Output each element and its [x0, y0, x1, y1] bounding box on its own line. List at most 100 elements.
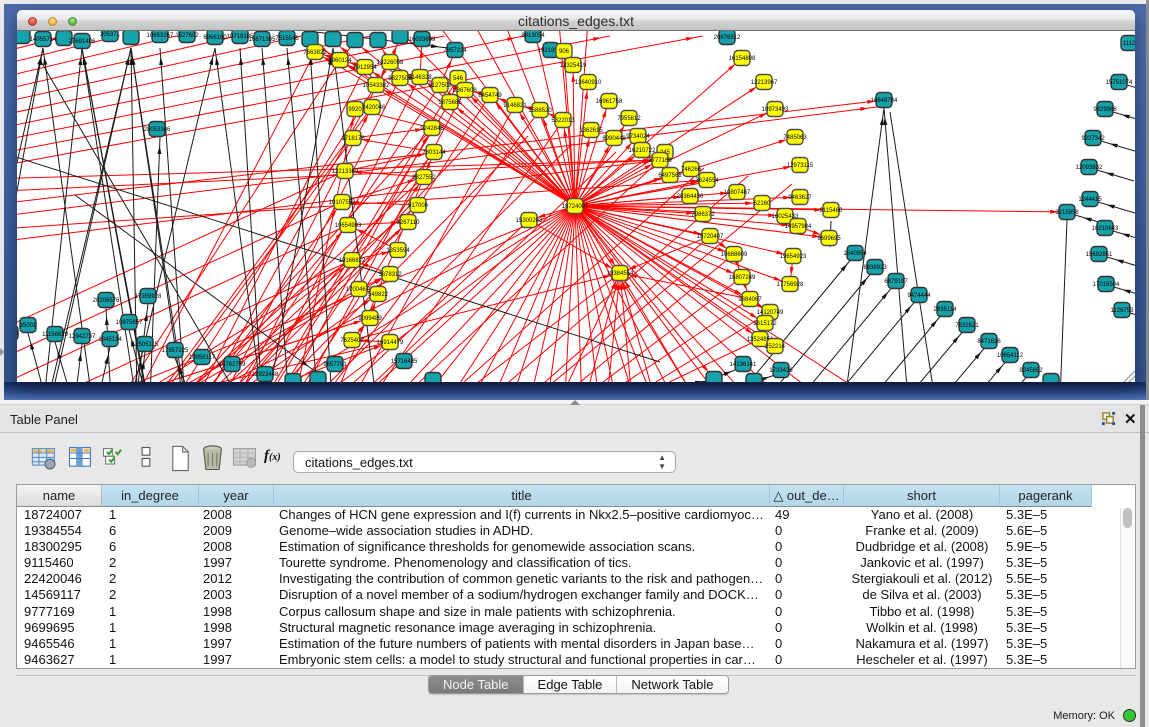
svg-text:16210722: 16210722: [629, 148, 656, 154]
svg-text:9245652: 9245652: [1019, 368, 1043, 374]
svg-text:20206576: 20206576: [93, 298, 120, 304]
svg-text:9777169: 9777169: [648, 158, 672, 164]
svg-text:6497568: 6497568: [658, 173, 682, 179]
svg-text:1362615: 1362615: [579, 128, 603, 134]
svg-text:11156829: 11156829: [42, 332, 68, 338]
svg-text:8938923: 8938923: [863, 265, 887, 271]
svg-text:9884067: 9884067: [738, 297, 762, 303]
svg-text:7632621: 7632621: [955, 323, 979, 329]
svg-text:2367608: 2367608: [453, 88, 477, 94]
svg-text:10653267: 10653267: [147, 33, 174, 39]
svg-text:7803144: 7803144: [422, 150, 446, 156]
svg-text:18724007: 18724007: [562, 204, 589, 210]
svg-text:5875685: 5875685: [438, 100, 462, 106]
svg-text:12923448: 12923448: [252, 372, 279, 378]
svg-text:15300203: 15300203: [516, 218, 543, 224]
svg-text:8813054: 8813054: [521, 33, 545, 39]
svg-text:9099489: 9099489: [358, 316, 382, 322]
svg-text:9115460: 9115460: [820, 208, 844, 214]
svg-text:19166822: 19166822: [339, 258, 366, 264]
svg-text:549822: 549822: [368, 292, 389, 298]
svg-text:6879197: 6879197: [884, 279, 908, 285]
svg-text:8912954: 8912954: [353, 65, 377, 71]
svg-text:9920: 9920: [348, 107, 362, 113]
svg-text:9242848: 9242848: [420, 126, 444, 132]
svg-text:10958117: 10958117: [189, 355, 216, 361]
svg-text:9146821: 9146821: [503, 103, 527, 109]
svg-text:12505115: 12505115: [132, 342, 159, 348]
svg-text:9657791: 9657791: [323, 362, 347, 368]
svg-text:9329966: 9329966: [1093, 107, 1117, 113]
svg-text:8990448: 8990448: [602, 136, 626, 142]
svg-text:7515546: 7515546: [275, 36, 299, 42]
svg-text:1527602: 1527602: [175, 33, 199, 39]
svg-text:17359928: 17359928: [135, 294, 162, 300]
svg-text:7625402: 7625402: [340, 338, 364, 344]
svg-text:16210643: 16210643: [1092, 226, 1119, 232]
svg-text:13226058: 13226058: [377, 60, 404, 66]
svg-text:20364436: 20364436: [677, 194, 704, 200]
svg-text:14136141: 14136141: [730, 362, 757, 368]
svg-text:12942737: 12942737: [69, 334, 96, 340]
svg-text:746266: 746266: [681, 167, 702, 173]
svg-text:13325419: 13325419: [560, 63, 587, 69]
svg-text:9227342: 9227342: [1081, 136, 1105, 142]
svg-text:16914479: 16914479: [377, 340, 404, 346]
svg-text:9463627: 9463627: [788, 195, 812, 201]
svg-text:17957225: 17957225: [162, 348, 189, 354]
svg-text:16961758: 16961758: [596, 99, 623, 105]
svg-text:15716485: 15716485: [391, 359, 418, 365]
svg-text:10654112: 10654112: [997, 353, 1024, 359]
svg-text:2935114: 2935114: [934, 307, 958, 313]
svg-text:17016504: 17016504: [1093, 282, 1120, 288]
svg-text:8471626: 8471626: [977, 339, 1001, 345]
svg-text:16648784: 16648784: [871, 98, 898, 104]
svg-text:16033809: 16033809: [409, 37, 436, 43]
svg-text:12093832: 12093832: [1076, 165, 1103, 171]
svg-text:10107553: 10107553: [329, 200, 356, 206]
svg-text:20537..: 20537..: [100, 32, 120, 38]
svg-text:8454749: 8454749: [478, 93, 502, 99]
svg-text:917006: 917006: [408, 203, 429, 209]
svg-text:5322013: 5322013: [551, 118, 575, 124]
svg-text:28053346: 28053346: [144, 127, 171, 133]
svg-text:10973493: 10973493: [762, 107, 789, 113]
svg-text:3878312: 3878312: [378, 272, 402, 278]
svg-text:15720407: 15720407: [697, 234, 724, 240]
svg-text:1588520: 1588520: [528, 108, 552, 114]
svg-text:16671385: 16671385: [249, 37, 276, 43]
svg-text:9127508: 9127508: [428, 83, 452, 89]
svg-text:19654923: 19654923: [780, 254, 807, 260]
svg-text:10975857: 10975857: [116, 320, 143, 326]
svg-text:546: 546: [453, 76, 464, 82]
svg-text:13640910: 13640910: [575, 80, 602, 86]
svg-text:35001: 35001: [20, 323, 37, 329]
svg-text:1615172: 1615172: [753, 321, 777, 327]
svg-text:10807487: 10807487: [724, 190, 751, 196]
svg-text:1112: 1112: [1123, 41, 1135, 47]
svg-text:27691406: 27691406: [69, 39, 96, 45]
svg-text:252214: 252214: [765, 344, 786, 350]
svg-text:7986372: 7986372: [691, 212, 715, 218]
svg-text:1353594: 1353594: [386, 248, 410, 254]
svg-text:6966160: 6966160: [203, 35, 227, 41]
svg-text:19384554: 19384554: [607, 271, 634, 277]
svg-text:7955812: 7955812: [617, 116, 641, 122]
svg-text:10688609: 10688609: [721, 252, 748, 258]
svg-text:7663822: 7663822: [303, 50, 327, 56]
svg-text:16782759: 16782759: [219, 362, 246, 368]
svg-text:8960124: 8960124: [328, 58, 352, 64]
svg-text:906: 906: [559, 49, 570, 55]
svg-text:3267110: 3267110: [397, 220, 421, 226]
svg-text:12213369: 12213369: [332, 169, 359, 175]
svg-text:10654983: 10654983: [335, 223, 362, 229]
svg-text:15751074: 15751074: [1106, 80, 1133, 86]
svg-text:2718176: 2718176: [341, 136, 365, 142]
svg-text:20876812: 20876812: [714, 35, 741, 41]
svg-text:18807249: 18807249: [729, 275, 756, 281]
svg-text:10543382: 10543382: [363, 83, 390, 89]
svg-text:16154808: 16154808: [729, 56, 756, 62]
svg-text:9827552: 9827552: [412, 175, 436, 181]
svg-text:8146328: 8146328: [408, 75, 432, 81]
svg-text:15692951: 15692951: [1086, 252, 1113, 258]
